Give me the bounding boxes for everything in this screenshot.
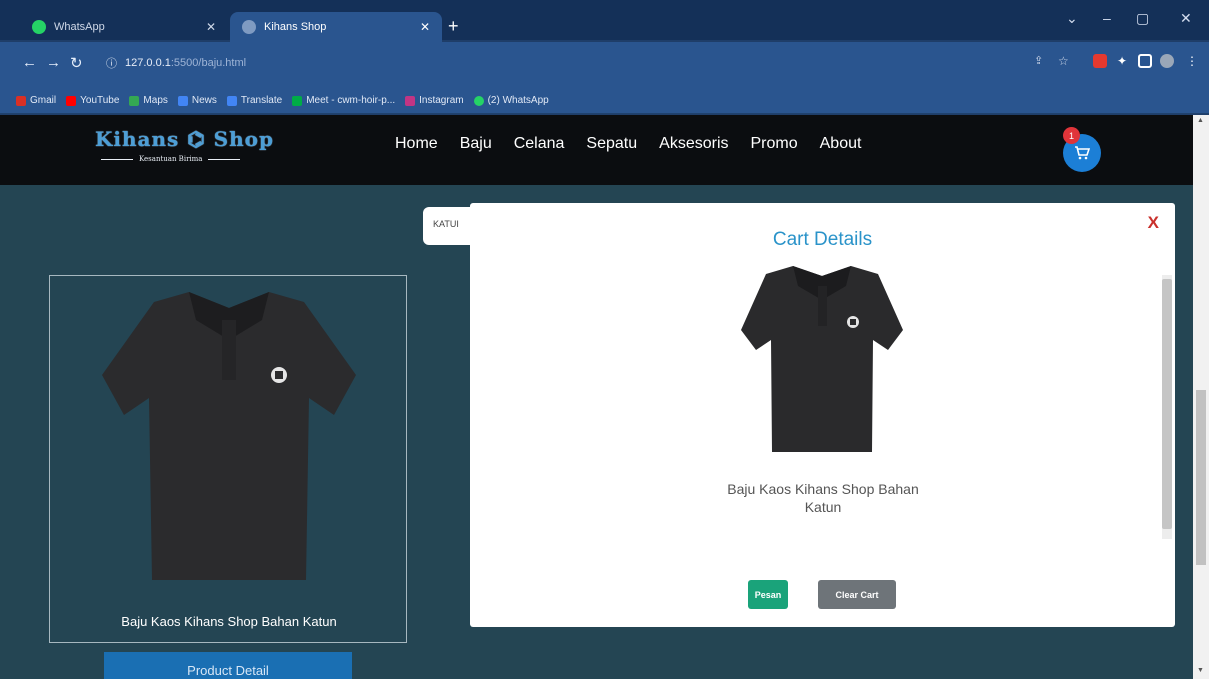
forward-icon[interactable]: → [46, 54, 61, 71]
order-button[interactable]: Pesan [748, 580, 788, 609]
side-panel-icon[interactable] [1138, 54, 1152, 68]
product-card[interactable]: Baju Kaos Kihans Shop Bahan Katun [49, 275, 407, 643]
gmail-icon [16, 95, 26, 106]
maps-icon [129, 95, 140, 106]
site-header: Kihans ⌬ Shop Kesantuan Birima Home Baju… [0, 115, 1193, 185]
clear-cart-button[interactable]: Clear Cart [818, 580, 896, 609]
cart-item-image [741, 266, 903, 452]
browser-toolbar: ← → ↻ ⓘ 127.0.0.1:5500/baju.html ⇪ ☆ ✦ ⋮ [0, 42, 1209, 88]
logo-tagline-text: Kesantuan Birima [139, 155, 203, 163]
product-image [102, 292, 356, 580]
share-icon[interactable]: ⇪ [1034, 54, 1048, 68]
product-detail-button[interactable]: Product Detail [104, 652, 352, 679]
bookmark-label: (2) WhatsApp [487, 95, 549, 106]
bookmark-label: Meet - cwm-hoir-p... [306, 95, 396, 106]
tab-title: Kihans Shop [264, 21, 327, 33]
instagram-icon [405, 95, 416, 106]
bookmark-label: YouTube [80, 95, 120, 106]
back-icon[interactable]: ← [22, 54, 37, 71]
address-bar[interactable]: ⓘ 127.0.0.1:5500/baju.html [98, 49, 1101, 77]
whatsapp-icon [473, 95, 484, 106]
bookmark-label: Translate [240, 95, 283, 106]
reload-icon[interactable]: ↻ [70, 54, 83, 72]
page-scroll-thumb[interactable] [1196, 390, 1206, 565]
close-tab-icon[interactable]: ✕ [420, 20, 430, 34]
bookmarks-bar: Gmail YouTube Maps News Translate Meet -… [0, 88, 1209, 114]
scroll-down-icon[interactable]: ▼ [1197, 667, 1204, 674]
whatsapp-icon [32, 20, 46, 34]
product-name: Baju Kaos Kihans Shop Bahan Katun [121, 614, 337, 629]
tab-title: WhatsApp [54, 21, 105, 33]
logo-tagline: Kesantuan Birima [95, 155, 295, 163]
bookmark-youtube[interactable]: YouTube [66, 95, 119, 106]
tab-whatsapp[interactable]: WhatsApp ✕ [20, 12, 228, 42]
cart-count-badge: 1 [1063, 127, 1080, 144]
modal-title: Cart Details [772, 229, 873, 250]
extensions-puzzle-icon[interactable]: ✦ [1117, 54, 1131, 68]
tab-strip: WhatsApp ✕ Kihans Shop ✕ + ⌄ – ▢ ✕ [0, 0, 1209, 42]
bookmark-maps[interactable]: Maps [129, 95, 168, 106]
web-page: Kihans ⌬ Shop Kesantuan Birima Home Baju… [0, 115, 1193, 679]
nav-sepatu[interactable]: Sepatu [586, 135, 637, 153]
bookmark-label: News [191, 95, 217, 106]
nav-celana[interactable]: Celana [514, 135, 565, 153]
close-window-icon[interactable]: ✕ [1180, 10, 1192, 27]
cart-modal: X Cart Details Baju Kaos Kihans Shop Bah… [470, 203, 1175, 627]
globe-icon [242, 20, 256, 34]
profile-avatar-icon[interactable] [1160, 54, 1174, 68]
bookmark-news[interactable]: News [177, 95, 217, 106]
nav-home[interactable]: Home [395, 135, 438, 153]
bookmark-whatsapp[interactable]: (2) WhatsApp [473, 95, 549, 106]
cart-item-name: Baju Kaos Kihans Shop Bahan Katun [727, 481, 919, 515]
tab-kihans-shop[interactable]: Kihans Shop ✕ [230, 12, 442, 42]
nav-promo[interactable]: Promo [751, 135, 798, 153]
close-tab-icon[interactable]: ✕ [206, 20, 216, 34]
modal-scrollbar[interactable] [1162, 267, 1172, 547]
site-logo[interactable]: Kihans ⌬ Shop Kesantuan Birima [95, 127, 295, 175]
bookmark-star-icon[interactable]: ☆ [1058, 54, 1072, 68]
youtube-icon [66, 95, 77, 106]
news-icon [177, 95, 188, 106]
browser-chrome: WhatsApp ✕ Kihans Shop ✕ + ⌄ – ▢ ✕ ← → ↻… [0, 0, 1209, 115]
logo-title: Kihans ⌬ Shop [95, 127, 274, 151]
page-scrollbar[interactable]: ▲ ▼ [1193, 115, 1209, 679]
nav-aksesoris[interactable]: Aksesoris [659, 135, 728, 153]
url-path: :5500/baju.html [170, 57, 247, 69]
bookmark-label: Maps [143, 95, 168, 106]
bookmark-instagram[interactable]: Instagram [405, 95, 464, 106]
tab-search-icon[interactable]: ⌄ [1066, 10, 1078, 27]
url-host: 127.0.0.1 [125, 57, 171, 69]
nav-baju[interactable]: Baju [460, 135, 492, 153]
bookmark-label: Instagram [419, 95, 464, 106]
cart-icon [1075, 146, 1090, 160]
translate-icon [226, 95, 237, 106]
minimize-icon[interactable]: – [1103, 10, 1111, 26]
bookmark-gmail[interactable]: Gmail [16, 95, 56, 106]
bookmark-translate[interactable]: Translate [226, 95, 283, 106]
bookmark-label: Gmail [30, 95, 57, 106]
scroll-thumb[interactable] [1162, 279, 1172, 529]
meet-icon [292, 95, 303, 106]
nav-about[interactable]: About [820, 135, 862, 153]
extension-red-icon[interactable] [1093, 54, 1107, 68]
bookmark-meet[interactable]: Meet - cwm-hoir-p... [292, 95, 395, 106]
menu-kebab-icon[interactable]: ⋮ [1186, 54, 1200, 68]
main-nav: Home Baju Celana Sepatu Aksesoris Promo … [395, 135, 861, 153]
new-tab-icon[interactable]: + [448, 16, 459, 37]
info-icon[interactable]: ⓘ [106, 55, 117, 71]
scroll-up-icon[interactable]: ▲ [1197, 117, 1204, 124]
maximize-icon[interactable]: ▢ [1136, 10, 1149, 27]
